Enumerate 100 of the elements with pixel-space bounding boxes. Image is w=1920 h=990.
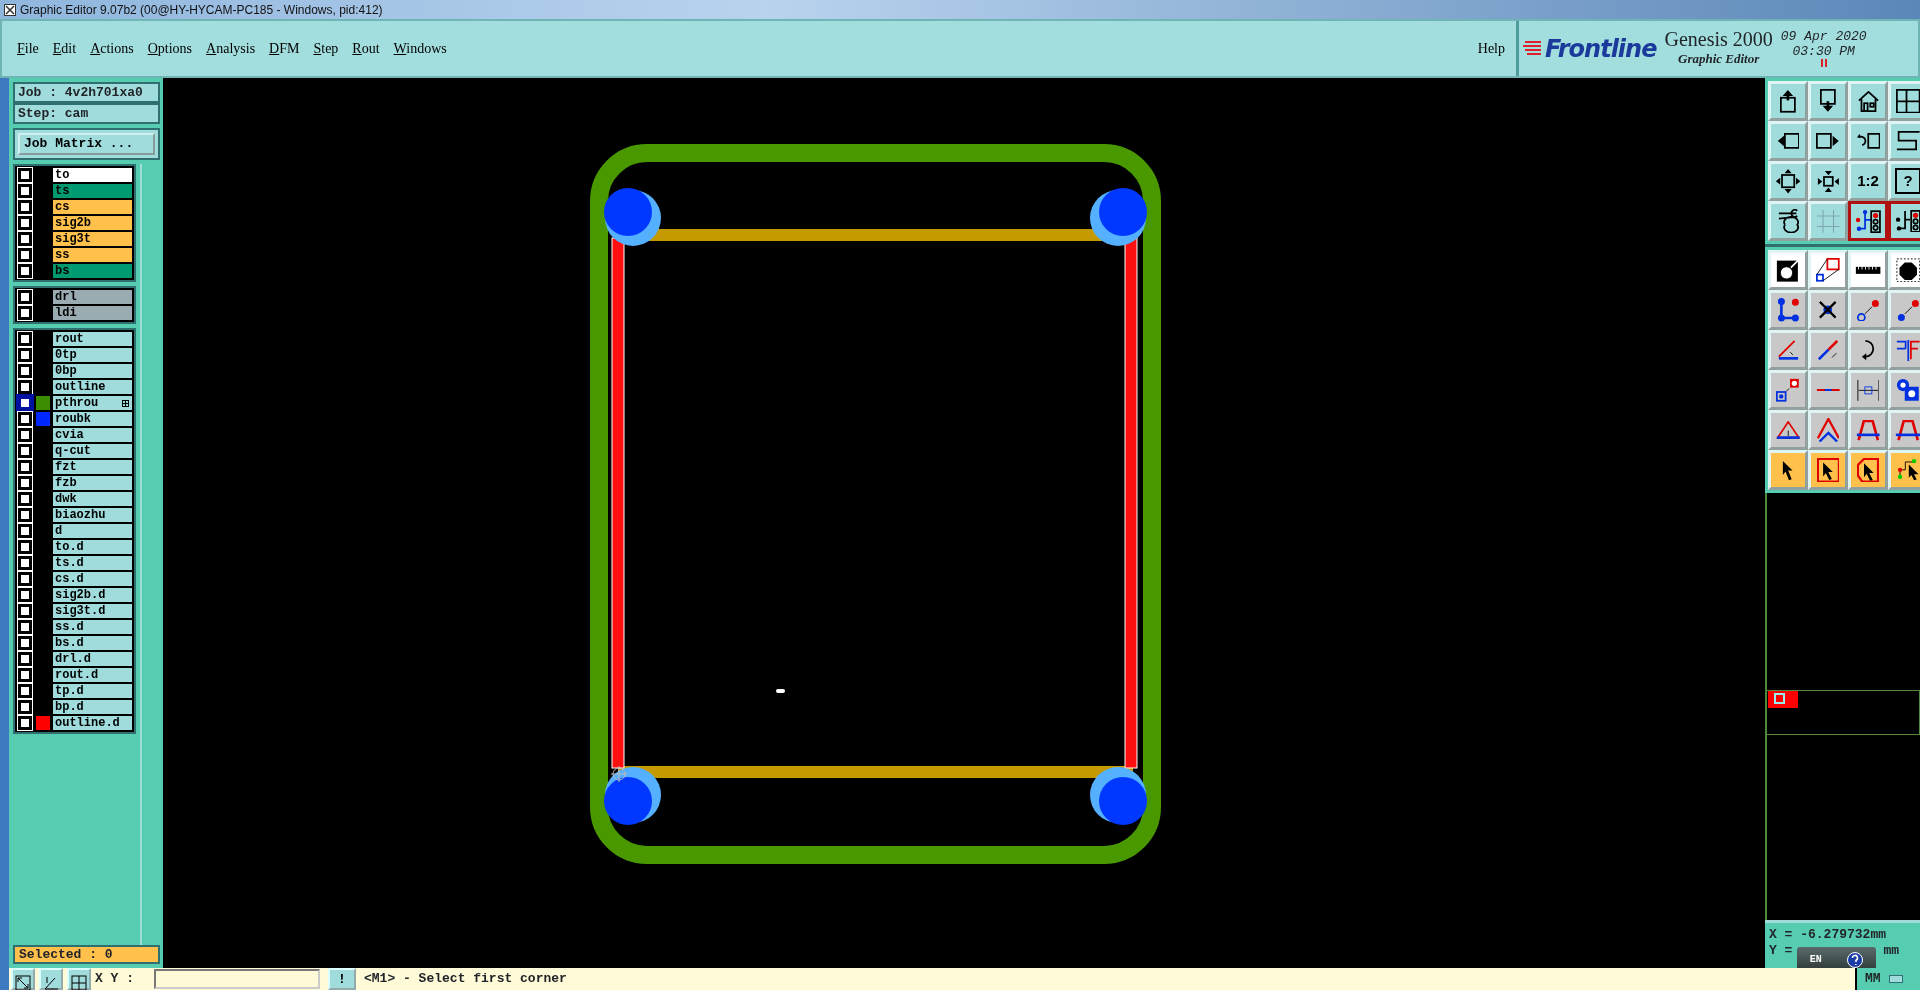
- layer-selector-box[interactable]: [18, 492, 32, 506]
- layer-bar[interactable]: outline: [52, 379, 133, 395]
- tool-button[interactable]: [1888, 330, 1920, 370]
- layer-bar[interactable]: pthrou: [52, 395, 133, 411]
- menu-item[interactable]: File: [10, 38, 46, 59]
- toggle-icon[interactable]: [1888, 975, 1903, 983]
- tool-button[interactable]: [1768, 370, 1808, 410]
- layer-selector-box[interactable]: [18, 264, 32, 278]
- tool-button[interactable]: [1768, 250, 1808, 290]
- toolbar-button[interactable]: 1:2: [1848, 161, 1888, 201]
- layer-selector-box[interactable]: [18, 572, 32, 586]
- menu-item[interactable]: Rout: [345, 38, 387, 59]
- layer-bar[interactable]: drl.d: [52, 651, 133, 667]
- layer-bar[interactable]: ts: [52, 183, 133, 199]
- menu-item[interactable]: Step: [306, 38, 346, 59]
- tool-button[interactable]: [1848, 450, 1888, 490]
- toolbar-button[interactable]: ?: [1888, 161, 1920, 201]
- layer-selector-box[interactable]: [18, 524, 32, 538]
- layer-bar[interactable]: ts.d: [52, 555, 133, 571]
- layer-bar[interactable]: bp.d: [52, 699, 133, 715]
- layer-bar[interactable]: cs.d: [52, 571, 133, 587]
- layer-bar[interactable]: sig3t: [52, 231, 133, 247]
- layer-bar[interactable]: d: [52, 523, 133, 539]
- layer-selector-box[interactable]: [18, 620, 32, 634]
- help-menu[interactable]: Help: [1470, 38, 1512, 59]
- menu-item[interactable]: Actions: [83, 38, 141, 59]
- help-icon[interactable]: [1847, 952, 1864, 968]
- layer-selector-box[interactable]: [18, 428, 32, 442]
- menu-item[interactable]: Options: [140, 38, 200, 59]
- layer-bar[interactable]: to.d: [52, 539, 133, 555]
- layer-bar[interactable]: tp.d: [52, 683, 133, 699]
- layer-bar[interactable]: sig2b: [52, 215, 133, 231]
- tool-button[interactable]: [1768, 330, 1808, 370]
- layer-bar[interactable]: drl: [52, 289, 133, 305]
- layer-selector-box[interactable]: [18, 604, 32, 618]
- layer-bar[interactable]: ss.d: [52, 619, 133, 635]
- layer-bar[interactable]: roubk: [52, 411, 133, 427]
- tool-button[interactable]: [1888, 250, 1920, 290]
- layer-selector-box[interactable]: [18, 216, 32, 230]
- layer-selector-box[interactable]: [18, 232, 32, 246]
- tool-button[interactable]: [1888, 290, 1920, 330]
- layer-selector-box[interactable]: [18, 364, 32, 378]
- layer-bar[interactable]: cvia: [52, 427, 133, 443]
- coordinate-input[interactable]: [154, 969, 320, 989]
- layer-bar[interactable]: sig3t.d: [52, 603, 133, 619]
- layer-bar[interactable]: 0bp: [52, 363, 133, 379]
- layer-selector-box[interactable]: [18, 444, 32, 458]
- layer-selector-box[interactable]: [18, 476, 32, 490]
- tool-button[interactable]: [1848, 250, 1888, 290]
- menu-item[interactable]: Windows: [386, 38, 454, 59]
- layer-selector-box[interactable]: [18, 668, 32, 682]
- tool-button[interactable]: [1888, 450, 1920, 490]
- layer-bar[interactable]: biaozhu: [52, 507, 133, 523]
- tool-button[interactable]: [1808, 250, 1848, 290]
- job-matrix-button[interactable]: Job Matrix ...: [18, 133, 155, 155]
- layer-bar[interactable]: bs: [52, 263, 133, 279]
- layer-selector-box[interactable]: [18, 332, 32, 346]
- layer-bar[interactable]: outline.d: [52, 715, 133, 731]
- layer-bar[interactable]: 0tp: [52, 347, 133, 363]
- layer-selector-box[interactable]: [18, 556, 32, 570]
- layer-bar[interactable]: rout.d: [52, 667, 133, 683]
- layer-selector-box[interactable]: [18, 684, 32, 698]
- layer-bar[interactable]: ss: [52, 247, 133, 263]
- tool-button[interactable]: [1808, 290, 1848, 330]
- layer-bar[interactable]: fzt: [52, 459, 133, 475]
- layer-selector-box[interactable]: [18, 588, 32, 602]
- layer-selector-box[interactable]: [18, 652, 32, 666]
- language-text[interactable]: EN: [1809, 952, 1822, 968]
- execute-button[interactable]: !: [328, 968, 356, 990]
- layer-bar[interactable]: rout: [52, 331, 133, 347]
- layer-selector-box[interactable]: [18, 290, 32, 304]
- layer-selector-box[interactable]: [18, 460, 32, 474]
- layer-bar[interactable]: bs.d: [52, 635, 133, 651]
- tool-button[interactable]: [1888, 410, 1920, 450]
- layer-selector-box[interactable]: [18, 396, 32, 410]
- layer-selector-box[interactable]: [18, 636, 32, 650]
- layer-selector-box[interactable]: [18, 540, 32, 554]
- grid-button[interactable]: [67, 968, 91, 990]
- tool-button[interactable]: [1768, 450, 1808, 490]
- layer-bar[interactable]: sig2b.d: [52, 587, 133, 603]
- zoom-fit-button[interactable]: [11, 968, 35, 990]
- menu-item[interactable]: DFM: [262, 38, 307, 59]
- tool-button[interactable]: [1808, 410, 1848, 450]
- layer-selector-box[interactable]: [18, 168, 32, 182]
- tool-button[interactable]: [1848, 410, 1888, 450]
- angle-button[interactable]: [39, 968, 63, 990]
- layer-name[interactable]: pthrou: [55, 396, 99, 410]
- toolbar-button[interactable]: [1888, 201, 1920, 241]
- toolbar-button[interactable]: [1848, 201, 1888, 241]
- layer-selector-box[interactable]: [18, 184, 32, 198]
- layer-selector-box[interactable]: [18, 200, 32, 214]
- layer-bar[interactable]: dwk: [52, 491, 133, 507]
- layer-bar[interactable]: fzb: [52, 475, 133, 491]
- tool-button[interactable]: [1848, 330, 1888, 370]
- layer-bar[interactable]: q-cut: [52, 443, 133, 459]
- tool-button[interactable]: [1888, 370, 1920, 410]
- tool-button[interactable]: [1848, 370, 1888, 410]
- layer-selector-box[interactable]: [18, 700, 32, 714]
- layer-selector-box[interactable]: [18, 306, 32, 320]
- layer-selector-box[interactable]: [18, 380, 32, 394]
